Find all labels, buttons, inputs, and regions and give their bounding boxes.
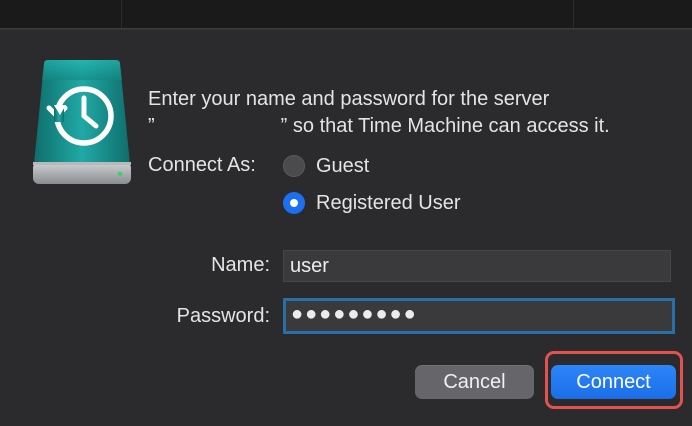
background-window-edge — [0, 0, 692, 28]
message-line-2: ” ” so that Time Machine can access it. — [148, 113, 688, 140]
name-field[interactable]: user — [283, 250, 671, 282]
password-field[interactable]: ●●●●●●●●● — [283, 298, 675, 334]
cancel-button[interactable]: Cancel — [415, 365, 534, 399]
connect-button[interactable]: Connect — [551, 365, 676, 399]
message-line-2-rest: ” so that Time Machine can access it. — [280, 115, 610, 137]
radio-registered-user[interactable]: Registered User — [283, 190, 461, 216]
background-segment — [122, 0, 574, 28]
connect-as-label: Connect As: — [148, 154, 256, 176]
dialog-message: Enter your name and password for the ser… — [148, 86, 688, 140]
name-label: Name: — [211, 254, 270, 276]
open-quote: ” — [148, 115, 155, 137]
radio-button-guest[interactable] — [283, 155, 305, 177]
radio-button-registered-user[interactable] — [283, 192, 305, 214]
background-segment — [574, 0, 692, 28]
password-label: Password: — [176, 305, 270, 327]
time-machine-disk-icon — [33, 60, 131, 184]
radio-registered-user-label[interactable]: Registered User — [316, 192, 461, 215]
radio-guest[interactable]: Guest — [283, 153, 369, 179]
background-segment — [0, 0, 122, 28]
radio-guest-label[interactable]: Guest — [316, 155, 369, 178]
message-line-1: Enter your name and password for the ser… — [148, 88, 550, 110]
